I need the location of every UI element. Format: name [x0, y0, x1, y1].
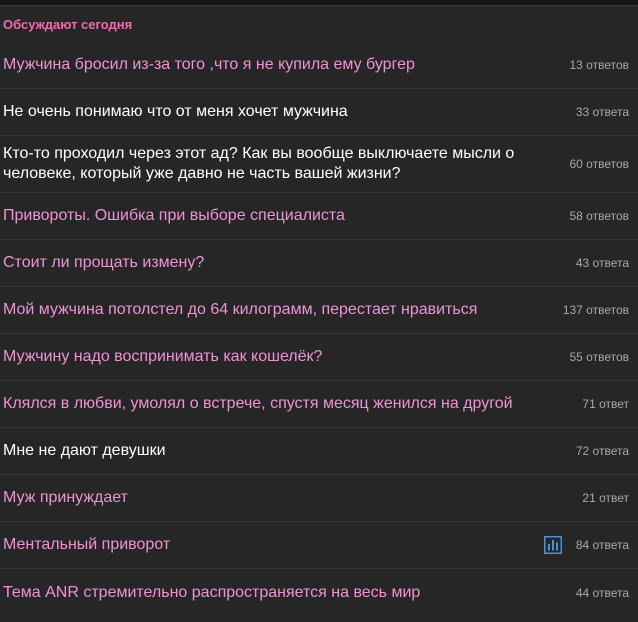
topic-title[interactable]: Ментальный приворот — [3, 535, 170, 555]
topic-row[interactable]: Стоит ли прощать измену? 43 ответа — [0, 240, 638, 287]
topic-list: Мужчина бросил из-за того ,что я не купи… — [0, 42, 638, 616]
reply-count: 60 ответов — [569, 157, 629, 171]
topic-title[interactable]: Клялся в любви, умолял о встрече, спустя… — [3, 394, 513, 414]
reply-count: 13 ответов — [569, 58, 629, 72]
reply-count: 55 ответов — [569, 350, 629, 364]
reply-count: 21 ответ — [582, 491, 629, 505]
topic-row[interactable]: Клялся в любви, умолял о встрече, спустя… — [0, 381, 638, 428]
topic-title[interactable]: Привороты. Ошибка при выборе специалиста — [3, 206, 345, 226]
topic-title[interactable]: Мужчина бросил из-за того ,что я не купи… — [3, 55, 415, 75]
topic-title[interactable]: Мне не дают девушки — [3, 441, 166, 461]
topic-title[interactable]: Не очень понимаю что от меня хочет мужчи… — [3, 102, 348, 122]
topic-title[interactable]: Тема ANR стремительно распространяется н… — [3, 583, 420, 603]
topic-row[interactable]: Не очень понимаю что от меня хочет мужчи… — [0, 89, 638, 136]
topic-row[interactable]: Привороты. Ошибка при выборе специалиста… — [0, 193, 638, 240]
topic-row[interactable]: Кто-то проходил через этот ад? Как вы во… — [0, 136, 638, 193]
topic-title[interactable]: Мой мужчина потолстел до 64 килограмм, п… — [3, 300, 477, 320]
reply-count: 44 ответа — [575, 585, 629, 600]
reply-count: 137 ответов — [562, 303, 629, 317]
topic-row[interactable]: Муж принуждает 21 ответ — [0, 475, 638, 522]
topic-row[interactable]: Мне не дают девушки 72 ответа — [0, 428, 638, 475]
reply-count: 33 ответа — [575, 105, 629, 119]
reply-count: 71 ответ — [582, 397, 629, 411]
reply-count: 84 ответа — [575, 538, 629, 552]
topic-title[interactable]: Муж принуждает — [3, 488, 128, 508]
topic-title[interactable]: Стоит ли прощать измену? — [3, 253, 204, 273]
topic-row[interactable]: Мужчина бросил из-за того ,что я не купи… — [0, 42, 638, 89]
discussed-today-panel: Обсуждают сегодня Мужчина бросил из-за т… — [0, 5, 638, 622]
topic-row[interactable]: Тема ANR стремительно распространяется н… — [0, 569, 638, 616]
poll-chart-icon — [543, 536, 562, 554]
reply-count: 58 ответов — [569, 209, 629, 223]
section-title: Обсуждают сегодня — [3, 16, 133, 32]
topic-title[interactable]: Кто-то проходил через этот ад? Как вы во… — [3, 144, 548, 184]
reply-count: 72 ответа — [575, 444, 629, 458]
topic-row[interactable]: Ментальный приворот 84 ответа — [0, 522, 638, 569]
topic-title[interactable]: Мужчину надо воспринимать как кошелёк? — [3, 347, 322, 367]
topic-row[interactable]: Мужчину надо воспринимать как кошелёк? 5… — [0, 334, 638, 381]
reply-count: 43 ответа — [575, 256, 629, 270]
topic-row[interactable]: Мой мужчина потолстел до 64 килограмм, п… — [0, 287, 638, 334]
